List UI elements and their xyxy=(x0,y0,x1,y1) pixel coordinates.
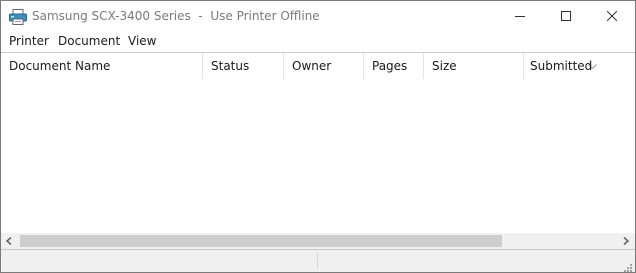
column-label: Status xyxy=(211,59,250,73)
column-label: Owner xyxy=(292,59,332,73)
column-header-owner[interactable]: Owner xyxy=(284,53,364,79)
close-button[interactable] xyxy=(589,1,635,31)
print-queue-window: Samsung SCX-3400 Series - Use Printer Of… xyxy=(0,0,636,273)
scroll-left-button[interactable] xyxy=(1,233,18,249)
column-label: Submitted xyxy=(530,59,593,73)
menu-printer[interactable]: Printer xyxy=(9,34,49,49)
status-segment-right xyxy=(318,253,618,269)
column-label: Size xyxy=(432,59,457,73)
column-label: Pages xyxy=(372,59,408,73)
menu-view[interactable]: View xyxy=(128,34,156,49)
scroll-right-button[interactable] xyxy=(618,233,635,249)
scroll-right-arrow-icon xyxy=(623,237,629,245)
resize-grip-icon[interactable] xyxy=(621,258,633,272)
printer-icon xyxy=(9,9,27,25)
window-title: Samsung SCX-3400 Series - Use Printer Of… xyxy=(32,9,320,23)
column-header-status[interactable]: Status xyxy=(203,53,284,79)
horizontal-scrollbar[interactable] xyxy=(1,233,635,249)
scroll-left-arrow-icon xyxy=(6,237,12,245)
maximize-icon xyxy=(561,11,571,21)
column-header-submitted[interactable]: Submitted xyxy=(524,53,619,79)
maximize-button[interactable] xyxy=(543,1,589,31)
close-icon xyxy=(607,11,617,21)
list-header: Document Name Status Owner Pages Size Su… xyxy=(1,53,635,79)
menu-bar: Printer Document View xyxy=(1,32,635,51)
menu-document[interactable]: Document xyxy=(58,34,120,49)
scrollbar-thumb[interactable] xyxy=(20,235,502,247)
minimize-icon xyxy=(515,16,525,17)
title-bar[interactable]: Samsung SCX-3400 Series - Use Printer Of… xyxy=(1,1,635,32)
column-label: Document Name xyxy=(9,59,111,73)
column-header-document-name[interactable]: Document Name xyxy=(1,53,203,79)
column-header-size[interactable]: Size xyxy=(424,53,524,79)
status-bar xyxy=(1,250,635,272)
print-job-list[interactable]: Document Name Status Owner Pages Size Su… xyxy=(1,52,635,250)
column-header-pages[interactable]: Pages xyxy=(364,53,424,79)
minimize-button[interactable] xyxy=(497,1,543,31)
status-segment-left xyxy=(1,253,318,269)
